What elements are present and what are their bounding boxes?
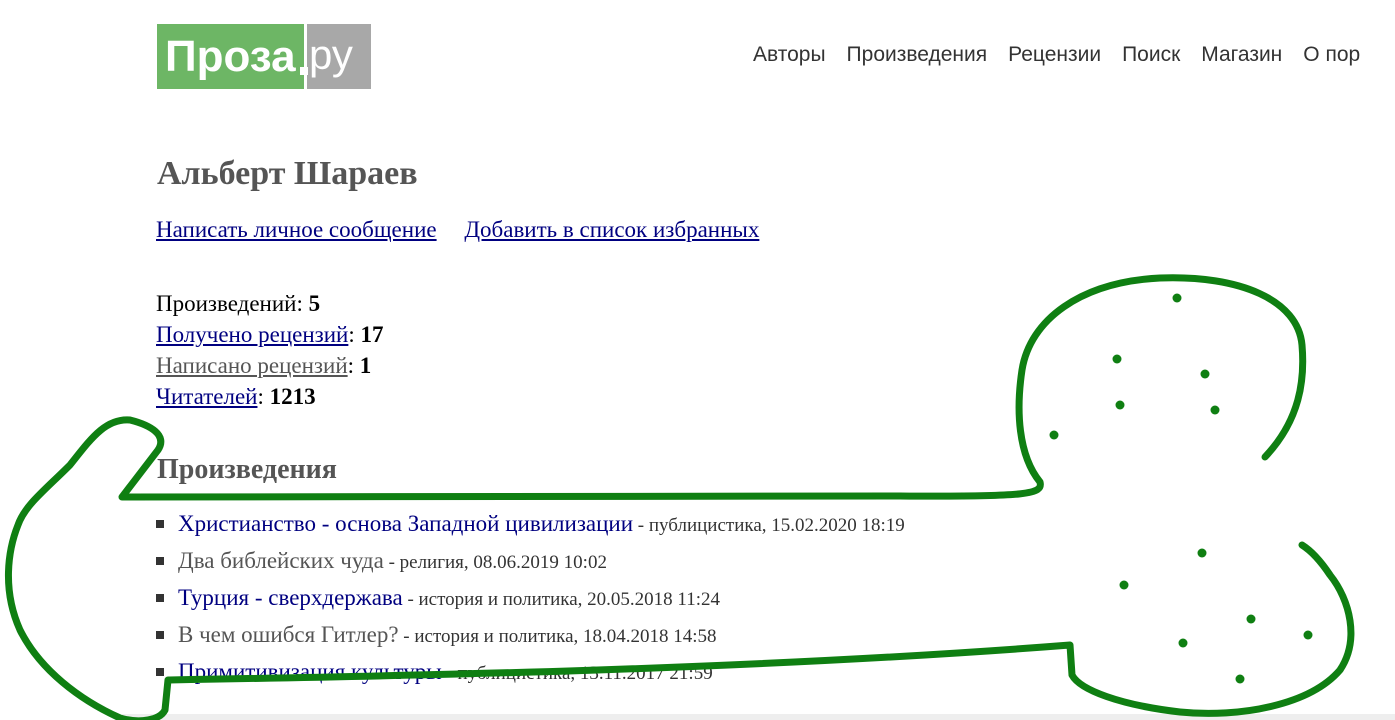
bullet-icon [156, 520, 164, 528]
top-nav: Авторы Произведения Рецензии Поиск Магаз… [753, 42, 1381, 68]
readers-link[interactable]: Читателей [156, 384, 257, 409]
list-item: Примитивизация культуры - публицистика, … [156, 654, 905, 691]
reviews-received-link[interactable]: Получено рецензий [156, 322, 348, 347]
annotation-dot [1210, 405, 1220, 415]
annotation-dot [1303, 630, 1313, 640]
annotation-dot [1049, 430, 1059, 440]
work-meta: - публицистика, 15.02.2020 18:19 [633, 515, 905, 536]
stat-readers-value: 1213 [269, 384, 316, 409]
list-item: Христианство - основа Западной цивилизац… [156, 506, 905, 543]
reviews-written-link[interactable]: Написано рецензий [156, 353, 348, 378]
site-logo[interactable]: Проза ру [157, 24, 371, 89]
bullet-icon [156, 668, 164, 676]
stat-reviews-written: Написано рецензий: 1 [156, 353, 372, 378]
bullet-icon [156, 631, 164, 639]
list-item: Турция - сверхдержава - история и полити… [156, 580, 905, 617]
list-item: В чем ошибся Гитлер? - история и политик… [156, 617, 905, 654]
logo-main-text: Проза [165, 32, 296, 81]
work-title-link[interactable]: Турция - сверхдержава [178, 585, 403, 610]
nav-works[interactable]: Произведения [847, 42, 988, 68]
send-message-link[interactable]: Написать личное сообщение [156, 217, 437, 242]
annotation-dot [1119, 580, 1129, 590]
nav-reviews[interactable]: Рецензии [1008, 42, 1101, 68]
nav-shop[interactable]: Магазин [1201, 42, 1282, 68]
nav-authors[interactable]: Авторы [753, 42, 826, 68]
stat-reviews-received: Получено рецензий: 17 [156, 322, 384, 347]
annotation-dot [1172, 293, 1182, 303]
stat-works-label: Произведений [156, 291, 297, 316]
author-stats: Произведений: 5 Получено рецензий: 17 На… [156, 288, 384, 412]
logo-main: Проза [157, 24, 308, 89]
annotation-dot [1178, 638, 1188, 648]
bullet-icon [156, 594, 164, 602]
work-meta: - история и политика, 18.04.2018 14:58 [398, 626, 717, 647]
work-title-link[interactable]: Христианство - основа Западной цивилизац… [178, 511, 633, 536]
logo-suffix-text: ру [309, 31, 353, 78]
annotation-dot [1235, 674, 1245, 684]
stat-reviews-received-value: 17 [360, 322, 384, 347]
works-section-title: Произведения [157, 454, 337, 485]
nav-search[interactable]: Поиск [1122, 42, 1180, 68]
work-meta: - история и политика, 20.05.2018 11:24 [402, 589, 720, 610]
author-actions: Написать личное сообщение Добавить в спи… [156, 215, 781, 245]
work-title-link[interactable]: Два библейских чуда [178, 548, 384, 573]
add-favorite-link[interactable]: Добавить в список избранных [464, 217, 759, 242]
bullet-icon [156, 557, 164, 565]
annotation-dot [1115, 400, 1125, 410]
stat-reviews-written-value: 1 [359, 353, 372, 378]
stat-readers: Читателей: 1213 [156, 384, 316, 409]
work-title-link[interactable]: В чем ошибся Гитлер? [178, 622, 399, 647]
stat-works-value: 5 [308, 291, 321, 316]
logo-suffix: ру [307, 24, 371, 89]
bottom-bar [122, 714, 1395, 720]
nav-about[interactable]: О пор [1303, 42, 1360, 68]
works-list: Христианство - основа Западной цивилизац… [156, 506, 905, 691]
annotation-dot [1197, 548, 1207, 558]
author-name: Альберт Шараев [157, 155, 418, 192]
stat-works: Произведений: 5 [156, 291, 321, 316]
annotation-dot [1246, 614, 1256, 624]
work-title-link[interactable]: Примитивизация культуры [178, 659, 442, 684]
logo-dot [300, 67, 308, 75]
work-meta: - публицистика, 13.11.2017 21:59 [441, 663, 713, 684]
list-item: Два библейских чуда - религия, 08.06.201… [156, 543, 905, 580]
annotation-dot [1200, 369, 1210, 379]
work-meta: - религия, 08.06.2019 10:02 [383, 552, 607, 573]
annotation-dot [1112, 354, 1122, 364]
